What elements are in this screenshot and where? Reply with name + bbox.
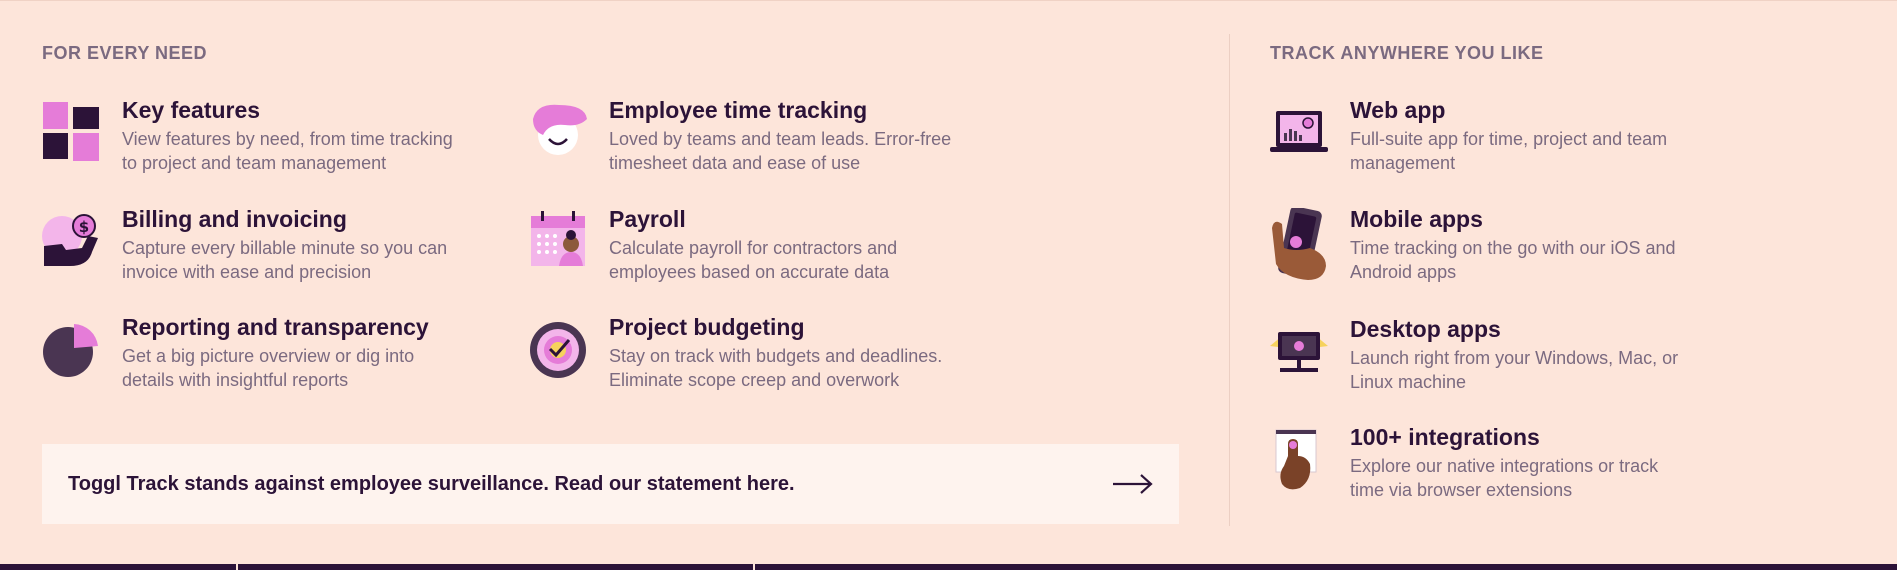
section-heading-track-anywhere: TRACK ANYWHERE YOU LIKE (1270, 43, 1544, 63)
target-check-icon (529, 316, 587, 380)
feature-description: Stay on track with budgets and deadlines… (609, 346, 943, 366)
feature-project-budgeting[interactable]: Project budgeting Stay on track with bud… (529, 314, 943, 392)
feature-employee-time-tracking[interactable]: Employee time tracking Loved by teams an… (529, 97, 952, 175)
platform-description: time via browser extensions (1350, 480, 1573, 500)
feature-title: Key features (122, 97, 261, 123)
platform-description: Full-suite app for time, project and tea… (1350, 129, 1668, 149)
feature-description: details with insightful reports (122, 370, 349, 390)
platform-description: Linux machine (1350, 372, 1467, 392)
feature-description: employees based on accurate data (609, 262, 890, 282)
feature-payroll[interactable]: Payroll Calculate payroll for contractor… (529, 206, 898, 284)
feature-billing-invoicing[interactable]: $ Billing and invoicing Capture every bi… (42, 206, 448, 284)
feature-description: to project and team management (122, 153, 387, 173)
platform-title: Mobile apps (1350, 206, 1483, 232)
feature-title: Reporting and transparency (122, 314, 429, 340)
banner-text: Toggl Track stands against employee surv… (68, 472, 795, 495)
platform-web-app[interactable]: Web app Full-suite app for time, project… (1270, 97, 1668, 175)
platform-title: Web app (1350, 97, 1446, 123)
hand-coin-icon: $ (42, 208, 100, 272)
platform-description: Time tracking on the go with our iOS and (1350, 238, 1676, 258)
feature-title: Billing and invoicing (122, 206, 347, 232)
feature-key-features[interactable]: Key features View features by need, from… (42, 97, 453, 175)
feature-description: Loved by teams and team leads. Error-fre… (609, 129, 952, 149)
platform-description: Android apps (1350, 262, 1457, 282)
grid-squares-icon (42, 99, 100, 163)
bottom-bar-separator (753, 564, 755, 570)
smiling-person-icon (529, 99, 587, 163)
phone-in-hand-icon (1270, 208, 1328, 280)
arrow-right-icon[interactable] (1111, 472, 1155, 496)
svg-text:$: $ (79, 218, 89, 236)
feature-title: Employee time tracking (609, 97, 868, 123)
bottom-bar-separator (236, 564, 238, 570)
feature-description: Get a big picture overview or dig into (122, 346, 415, 366)
platform-title: Desktop apps (1350, 316, 1501, 342)
column-divider (1229, 34, 1230, 526)
feature-description: invoice with ease and precision (122, 262, 372, 282)
feature-reporting-transparency[interactable]: Reporting and transparency Get a big pic… (42, 314, 429, 392)
feature-title: Project budgeting (609, 314, 805, 340)
feature-description: timesheet data and ease of use (609, 153, 861, 173)
platform-description: Explore our native integrations or track (1350, 456, 1659, 476)
feature-description: Calculate payroll for contractors and (609, 238, 898, 258)
feature-description: View features by need, from time trackin… (122, 129, 453, 149)
browser-click-icon (1270, 426, 1328, 490)
surveillance-statement-banner[interactable]: Toggl Track stands against employee surv… (42, 444, 1179, 524)
platform-description: Launch right from your Windows, Mac, or (1350, 348, 1679, 368)
laptop-icon (1270, 99, 1328, 163)
feature-description: Eliminate scope creep and overwork (609, 370, 900, 390)
desktop-monitor-icon (1270, 318, 1328, 382)
platform-mobile-apps[interactable]: Mobile apps Time tracking on the go with… (1270, 206, 1676, 284)
feature-title: Payroll (609, 206, 686, 232)
section-heading-every-need: FOR EVERY NEED (42, 43, 208, 63)
platform-desktop-apps[interactable]: Desktop apps Launch right from your Wind… (1270, 316, 1679, 394)
platform-description: management (1350, 153, 1456, 173)
bottom-dark-bar (0, 564, 1897, 570)
platform-title: 100+ integrations (1350, 424, 1540, 450)
platform-integrations[interactable]: 100+ integrations Explore our native int… (1270, 424, 1659, 502)
calendar-person-icon (529, 208, 587, 272)
feature-description: Capture every billable minute so you can (122, 238, 448, 258)
pie-chart-icon (42, 316, 100, 380)
top-border (0, 0, 1897, 1)
